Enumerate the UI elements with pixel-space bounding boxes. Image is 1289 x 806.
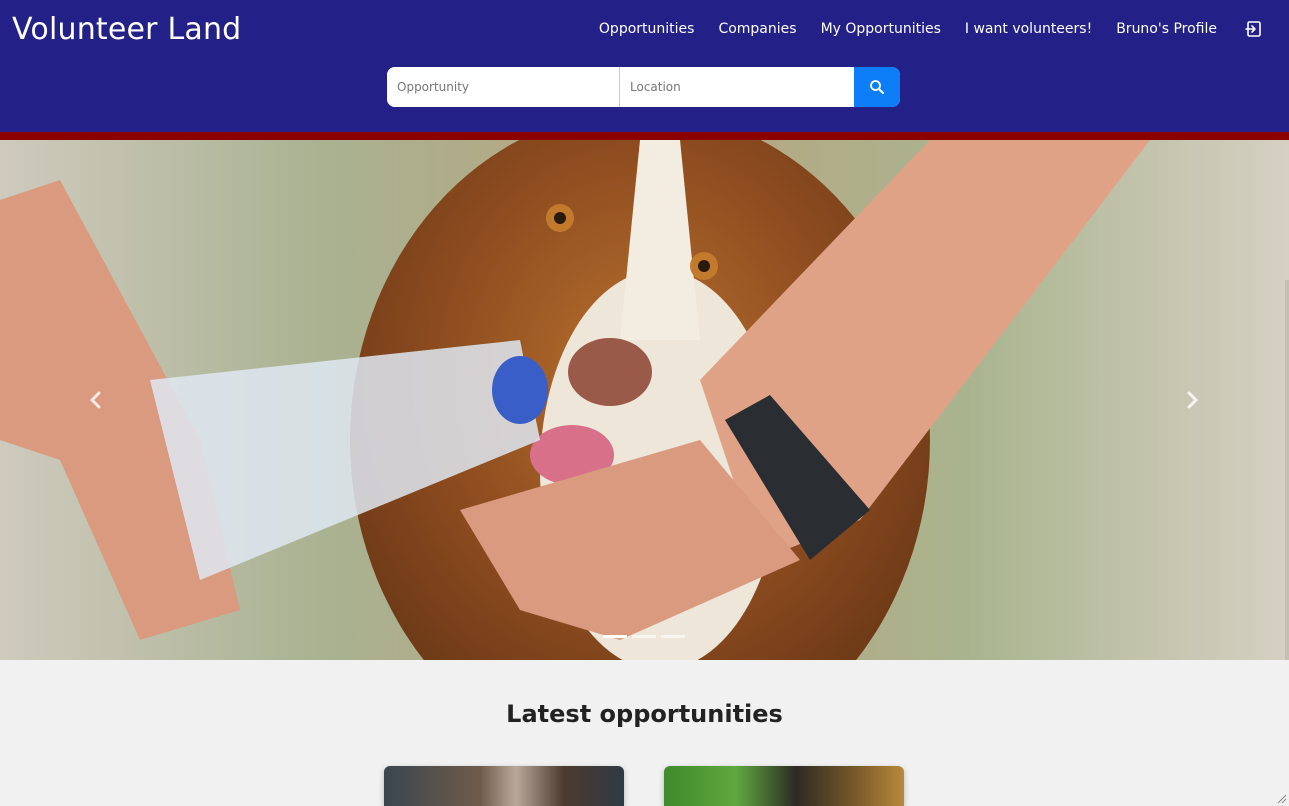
header-accent-line xyxy=(0,132,1289,140)
carousel-indicator-3[interactable] xyxy=(661,635,685,638)
chevron-left-icon xyxy=(90,391,101,409)
top-header: Volunteer Land Opportunities Companies M… xyxy=(0,0,1289,132)
sign-out-icon[interactable] xyxy=(1245,20,1263,38)
main-nav: Opportunities Companies My Opportunities… xyxy=(599,20,1263,38)
resize-grip-icon[interactable] xyxy=(1275,792,1287,804)
opportunity-card[interactable] xyxy=(664,766,904,806)
carousel-indicator-1[interactable] xyxy=(603,635,627,638)
search-bar xyxy=(387,67,900,107)
nav-opportunities[interactable]: Opportunities xyxy=(599,21,695,37)
nav-want-volunteers[interactable]: I want volunteers! xyxy=(965,21,1092,37)
chevron-right-icon xyxy=(1187,391,1198,409)
carousel-indicator-2[interactable] xyxy=(632,635,656,638)
nav-profile[interactable]: Bruno's Profile xyxy=(1116,21,1217,37)
opportunity-search-input[interactable] xyxy=(387,67,620,107)
opportunity-card[interactable] xyxy=(384,766,624,806)
scrollbar[interactable] xyxy=(1285,280,1289,660)
search-button[interactable] xyxy=(854,67,900,107)
nav-companies[interactable]: Companies xyxy=(718,21,796,37)
brand-logo[interactable]: Volunteer Land xyxy=(12,12,241,47)
latest-opportunities-title: Latest opportunities xyxy=(506,700,783,728)
hero-carousel xyxy=(0,140,1289,660)
location-search-input[interactable] xyxy=(620,67,854,107)
carousel-indicators xyxy=(603,635,685,638)
search-icon xyxy=(870,80,884,94)
carousel-prev-button[interactable] xyxy=(86,390,106,410)
nav-my-opportunities[interactable]: My Opportunities xyxy=(821,21,941,37)
carousel-next-button[interactable] xyxy=(1182,390,1202,410)
carousel-slide-image xyxy=(0,140,1289,660)
